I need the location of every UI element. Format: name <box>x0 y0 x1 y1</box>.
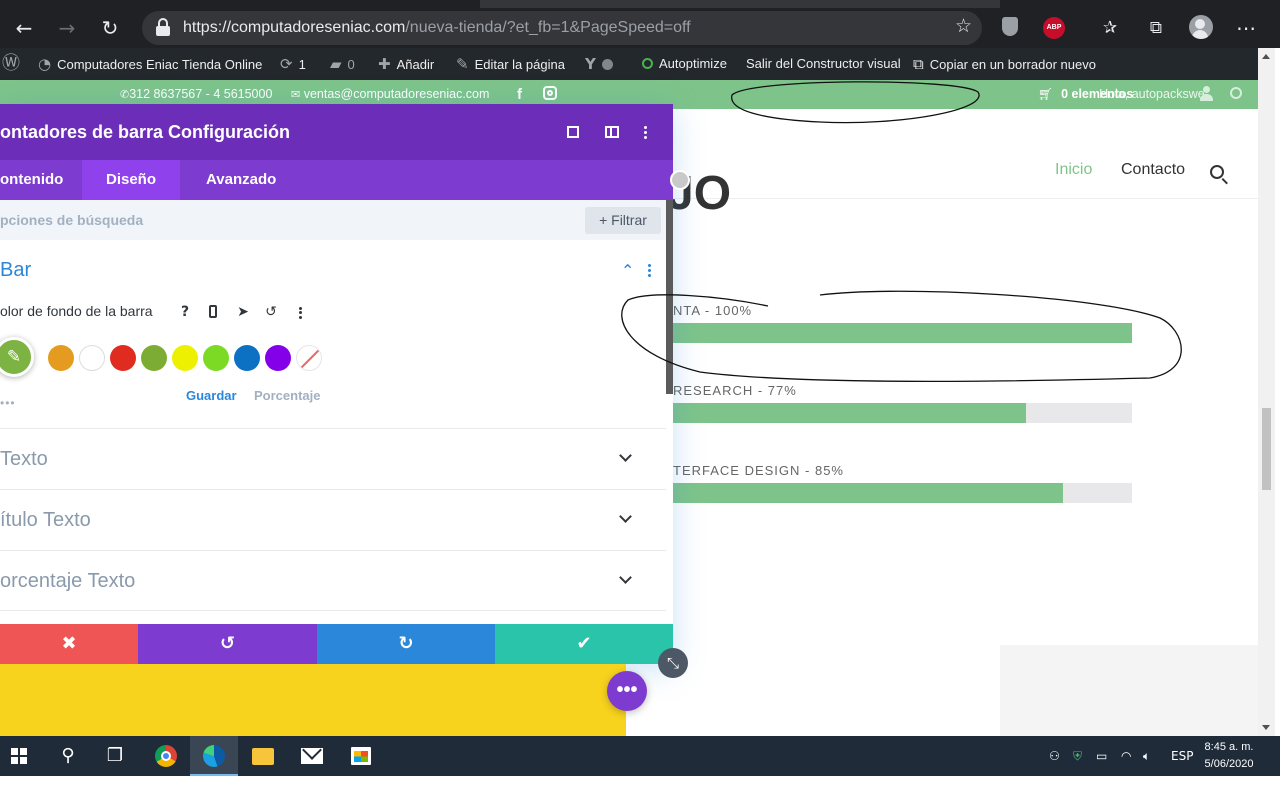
taskbar-clock[interactable]: 8:45 a. m. 5/06/2020 <box>1196 739 1262 773</box>
screen-bottom-margin <box>0 776 1280 800</box>
volume-tray-icon[interactable]: 🔈︎ <box>1143 736 1150 776</box>
task-view-icon[interactable]: ❐ <box>91 736 139 776</box>
language-indicator[interactable]: ESP <box>1171 736 1193 776</box>
store-icon[interactable] <box>337 736 385 776</box>
edge-icon[interactable] <box>190 736 238 776</box>
hand-drawn-annotations <box>621 81 1182 383</box>
annotation-ellipse-top <box>731 81 980 124</box>
clock-time: 8:45 a. m. <box>1204 741 1254 753</box>
mail-icon[interactable] <box>288 736 336 776</box>
wifi-tray-icon[interactable]: ◠ <box>1121 736 1131 776</box>
windows-taskbar: ⚲ ❐ ⚇ ⛨ ▭ ◠ 🔈︎ ESP 8:45 a. m. 5/06/2020 <box>0 736 1280 776</box>
chrome-icon[interactable] <box>142 736 190 776</box>
battery-tray-icon[interactable]: ▭ <box>1096 736 1107 776</box>
annotation-ellipse-counter <box>621 290 1182 383</box>
start-windows-icon[interactable] <box>0 736 48 776</box>
file-explorer-icon[interactable] <box>239 736 287 776</box>
defender-tray-icon[interactable]: ⛨ <box>1073 736 1082 776</box>
clock-date: 5/06/2020 <box>1204 758 1254 770</box>
taskbar-search-icon[interactable]: ⚲ <box>44 736 92 776</box>
people-tray-icon[interactable]: ⚇ <box>1049 736 1060 776</box>
